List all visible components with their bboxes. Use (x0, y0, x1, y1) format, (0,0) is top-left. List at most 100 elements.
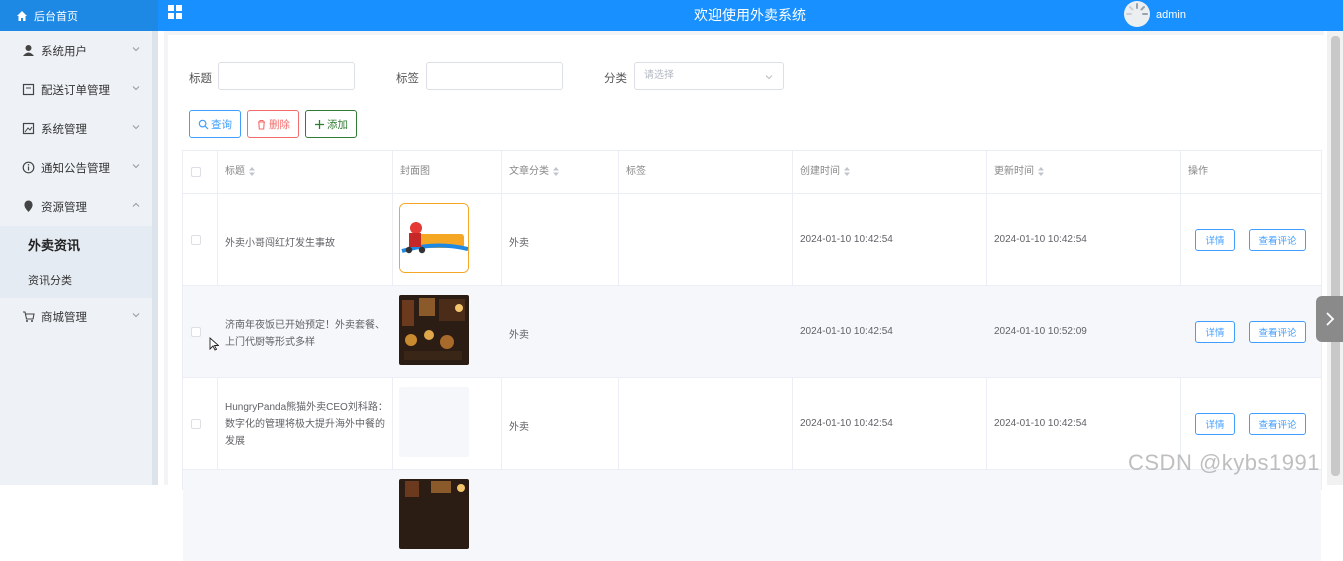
cover-image[interactable] (399, 295, 469, 365)
scrollbar-thumb[interactable] (1331, 36, 1340, 476)
avatar[interactable] (1124, 1, 1150, 27)
row-checkbox[interactable] (191, 327, 201, 337)
row-title[interactable]: 外卖小哥闯红灯发生事故 (225, 234, 335, 249)
sidebar-item-label: 通知公告管理 (41, 162, 110, 175)
search-icon (198, 119, 209, 129)
delete-button[interactable]: 删除 (247, 110, 299, 138)
view-comments-button[interactable]: 查看评论 (1249, 321, 1306, 343)
watermark: CSDN @kybs1991 (1128, 450, 1320, 475)
row-title-line: 济南年夜饭已开始预定！外卖套餐、 (225, 320, 385, 331)
column-header-label: 创建时间 (800, 166, 840, 177)
home-link[interactable]: 后台首页 (0, 0, 158, 31)
row-checkbox[interactable] (191, 419, 201, 429)
row-title[interactable]: 济南年夜饭已开始预定！外卖套餐、 上门代厨等形式多样 (225, 317, 385, 351)
column-header-category[interactable]: 文章分类 (501, 151, 559, 193)
chevron-down-icon (765, 75, 773, 80)
mouse-cursor-icon (209, 337, 219, 351)
sidebar-item-label: 商城管理 (41, 311, 87, 324)
sidebar-item-system-users[interactable]: 系统用户 (0, 31, 152, 70)
row-title-line: HungryPanda熊猫外卖CEO刘科路： (225, 402, 388, 413)
row-title-line: 发展 (225, 436, 245, 447)
row-checkbox[interactable] (191, 235, 201, 245)
chevron-up-icon (132, 202, 140, 207)
delete-button-label: 删除 (269, 118, 290, 131)
sidebar-item-label: 配送订单管理 (41, 84, 110, 97)
column-header-cover: 封面图 (400, 166, 430, 177)
content-panel: 标题 标签 分类 请选择 查询 删除 添加 标题 封面图 文章分类 标签 创建时… (168, 35, 1324, 561)
location-icon (24, 200, 33, 212)
column-header-label: 标题 (225, 166, 245, 177)
tag-filter-input[interactable] (426, 62, 563, 90)
cart-icon (23, 311, 35, 322)
sidebar-subitem-news-category[interactable]: 资讯分类 (0, 262, 152, 298)
search-button[interactable]: 查询 (189, 110, 241, 138)
sidebar-item-label: 系统管理 (41, 123, 87, 136)
sidebar-item-notice-management[interactable]: 通知公告管理 (0, 148, 152, 187)
tag-filter-label: 标签 (396, 73, 419, 85)
column-header-actions: 操作 (1188, 166, 1208, 177)
sort-icon (1038, 166, 1044, 176)
sidebar-item-system-management[interactable]: 系统管理 (0, 109, 152, 148)
articles-table: 标题 封面图 文章分类 标签 创建时间 更新时间 操作 外卖小哥闯红灯发生事故 (182, 150, 1322, 561)
sidebar-item-label: 资源管理 (41, 201, 87, 214)
search-button-label: 查询 (211, 118, 232, 131)
chevron-down-icon (132, 313, 140, 318)
view-comments-button[interactable]: 查看评论 (1249, 413, 1306, 435)
restaurant-photo-icon (399, 295, 469, 365)
side-expand-button[interactable] (1316, 296, 1343, 342)
view-comments-button[interactable]: 查看评论 (1249, 229, 1306, 251)
chevron-right-icon (1325, 312, 1334, 326)
row-updated-time: 2024-01-10 10:52:09 (994, 326, 1087, 337)
cover-image[interactable] (399, 203, 469, 273)
cover-image-placeholder[interactable] (399, 387, 469, 457)
row-title-line: 数字化的管理将极大提升海外中餐的 (225, 419, 385, 430)
cover-image[interactable] (399, 479, 469, 549)
table-row (183, 469, 1321, 561)
sidebar-item-label: 系统用户 (41, 45, 87, 58)
sidebar-item-mall-management[interactable]: 商城管理 (0, 297, 152, 336)
table-row: 外卖小哥闯红灯发生事故 外卖 2024-01-10 10:42:54 2024-… (183, 193, 1321, 285)
title-filter-input[interactable] (218, 62, 355, 90)
row-title[interactable]: HungryPanda熊猫外卖CEO刘科路： 数字化的管理将极大提升海外中餐的 … (225, 399, 388, 450)
table-row: 济南年夜饭已开始预定！外卖套餐、 上门代厨等形式多样 外卖 2024-01-10… (183, 285, 1321, 377)
plus-icon (315, 119, 324, 129)
sidebar: 系统用户 配送订单管理 系统管理 通知公告管理 资源管理 外卖资讯 资讯分类 商… (0, 31, 158, 485)
sort-icon (553, 166, 559, 176)
detail-button[interactable]: 详情 (1195, 229, 1235, 251)
image-icon (22, 122, 35, 135)
category-filter-label: 分类 (604, 73, 627, 85)
select-all-checkbox[interactable] (191, 167, 201, 177)
column-header-label: 文章分类 (509, 166, 549, 177)
row-title-line: 上门代厨等形式多样 (225, 337, 315, 348)
grid-menu-icon[interactable] (168, 5, 182, 19)
avatar-spinner-icon (1126, 3, 1148, 15)
sidebar-item-resource-management[interactable]: 资源管理 (0, 187, 152, 226)
category-select-placeholder: 请选择 (644, 70, 674, 81)
sidebar-subitem-food-news[interactable]: 外卖资讯 (0, 226, 152, 262)
row-created-time: 2024-01-10 10:42:54 (800, 418, 893, 429)
category-select[interactable]: 请选择 (634, 62, 784, 90)
row-category: 外卖 (509, 422, 529, 433)
row-created-time: 2024-01-10 10:42:54 (800, 326, 893, 337)
detail-button[interactable]: 详情 (1195, 321, 1235, 343)
system-title: 欢迎使用外卖系统 (694, 7, 806, 23)
row-category: 外卖 (509, 238, 529, 249)
restaurant-photo-icon (399, 479, 469, 549)
column-header-title[interactable]: 标题 (217, 151, 255, 193)
row-category: 外卖 (509, 330, 529, 341)
home-icon (17, 10, 27, 21)
home-label: 后台首页 (34, 10, 78, 23)
chevron-down-icon (132, 86, 140, 91)
column-header-updated[interactable]: 更新时间 (986, 151, 1044, 193)
add-button-label: 添加 (327, 118, 348, 131)
column-header-label: 更新时间 (994, 166, 1034, 177)
username[interactable]: admin (1156, 9, 1186, 21)
add-button[interactable]: 添加 (305, 110, 357, 138)
detail-button[interactable]: 详情 (1195, 413, 1235, 435)
chevron-down-icon (132, 47, 140, 52)
column-header-created[interactable]: 创建时间 (792, 151, 850, 193)
top-bar: 后台首页 欢迎使用外卖系统 admin (0, 0, 1343, 31)
sort-icon (249, 166, 255, 176)
sort-icon (844, 166, 850, 176)
sidebar-item-delivery-orders[interactable]: 配送订单管理 (0, 70, 152, 109)
